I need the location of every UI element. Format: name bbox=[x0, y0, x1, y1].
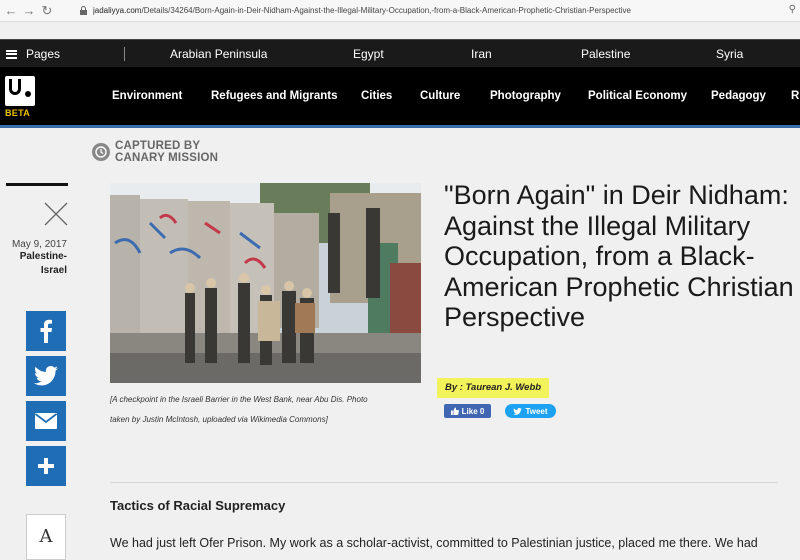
article-body-paragraph: We had just left Ofer Prison. My work as… bbox=[110, 536, 758, 550]
section-environment[interactable]: Environment bbox=[112, 67, 182, 125]
hamburger-icon bbox=[6, 49, 17, 59]
article-title: "Born Again" in Deir Nidham: Against the… bbox=[444, 180, 794, 332]
url-field[interactable]: jadaliyya.com/Details/34264/Born-Again-i… bbox=[93, 6, 783, 15]
share-twitter-button[interactable] bbox=[26, 356, 66, 396]
thumbs-up-icon bbox=[450, 407, 459, 415]
top-nav-egypt[interactable]: Egypt bbox=[353, 40, 384, 68]
forward-arrow-icon[interactable]: → bbox=[20, 2, 38, 20]
twitter-icon bbox=[34, 366, 58, 386]
top-nav: Pages Arabian Peninsula Egypt Iran Pales… bbox=[0, 39, 800, 67]
top-nav-syria[interactable]: Syria bbox=[716, 40, 743, 68]
article-subhead: Tactics of Racial Supremacy bbox=[110, 498, 286, 513]
zoom-icon[interactable]: ⚲ bbox=[789, 4, 796, 15]
post-date: May 9, 2017 bbox=[11, 239, 67, 250]
article-divider bbox=[110, 482, 778, 483]
pages-label: Pages bbox=[26, 47, 61, 61]
top-nav-palestine[interactable]: Palestine bbox=[581, 40, 630, 68]
captured-line2: CANARY MISSION bbox=[115, 152, 219, 164]
captured-line1: CAPTURED BY bbox=[115, 140, 201, 152]
tweet-label: Tweet bbox=[525, 406, 548, 416]
nav-divider bbox=[124, 47, 125, 61]
close-icon[interactable] bbox=[43, 201, 69, 227]
url-path: /Details/34264/Born-Again-in-Deir-Nidham… bbox=[141, 6, 631, 15]
section-cities[interactable]: Cities bbox=[361, 67, 392, 125]
facebook-icon bbox=[40, 319, 52, 343]
url-host: jadaliyya.com bbox=[93, 6, 142, 15]
lock-icon bbox=[76, 6, 90, 15]
section-refugees-and-migrants[interactable]: Refugees and Migrants bbox=[211, 67, 338, 125]
section-political-economy[interactable]: Political Economy bbox=[588, 67, 687, 125]
beta-label: BETA bbox=[5, 108, 31, 118]
like-label: Like 0 bbox=[461, 406, 485, 416]
left-rule bbox=[6, 183, 68, 186]
captured-badge[interactable]: CAPTURED BY CANARY MISSION bbox=[92, 140, 218, 164]
font-size-button[interactable]: A bbox=[26, 514, 66, 560]
section-photography[interactable]: Photography bbox=[490, 67, 561, 125]
clock-icon bbox=[92, 143, 110, 161]
photo-caption-line1: [A checkpoint in the Israeli Barrier in … bbox=[110, 395, 368, 404]
reload-icon[interactable]: ↻ bbox=[38, 2, 56, 20]
section-truncated[interactable]: R bbox=[791, 67, 799, 125]
section-nav: BETA Environment Refugees and Migrants C… bbox=[0, 67, 800, 128]
post-category[interactable]: Palestine- Israel bbox=[0, 250, 67, 278]
back-arrow-icon[interactable]: ← bbox=[2, 2, 20, 20]
pages-menu-button[interactable]: Pages bbox=[6, 40, 60, 68]
nav-accent-line bbox=[0, 125, 800, 128]
category-line1: Palestine- bbox=[19, 251, 67, 262]
photo-caption-line2: taken by Justin McIntosh, uploaded via W… bbox=[110, 415, 328, 424]
section-pedagogy[interactable]: Pedagogy bbox=[711, 67, 766, 125]
share-facebook-button[interactable] bbox=[26, 311, 66, 351]
logo-mark-icon bbox=[5, 76, 35, 106]
top-nav-iran[interactable]: Iran bbox=[471, 40, 492, 68]
photo-caption: [A checkpoint in the Israeli Barrier in … bbox=[110, 390, 430, 430]
share-email-button[interactable] bbox=[26, 401, 66, 441]
article-byline[interactable]: By : Taurean J. Webb bbox=[437, 378, 550, 398]
email-icon bbox=[35, 413, 57, 429]
site-logo[interactable]: BETA bbox=[5, 76, 41, 120]
share-more-button[interactable] bbox=[26, 446, 66, 486]
tweet-button[interactable]: Tweet bbox=[505, 404, 556, 418]
section-culture[interactable]: Culture bbox=[420, 67, 460, 125]
category-line2: Israel bbox=[40, 265, 67, 276]
article-photo bbox=[110, 183, 421, 383]
twitter-bird-icon bbox=[513, 407, 523, 415]
browser-address-bar: ← → ↻ jadaliyya.com/Details/34264/Born-A… bbox=[0, 0, 800, 22]
plus-icon bbox=[38, 458, 54, 474]
facebook-like-button[interactable]: Like 0 bbox=[444, 404, 491, 418]
top-nav-arabian-peninsula[interactable]: Arabian Peninsula bbox=[170, 40, 267, 68]
